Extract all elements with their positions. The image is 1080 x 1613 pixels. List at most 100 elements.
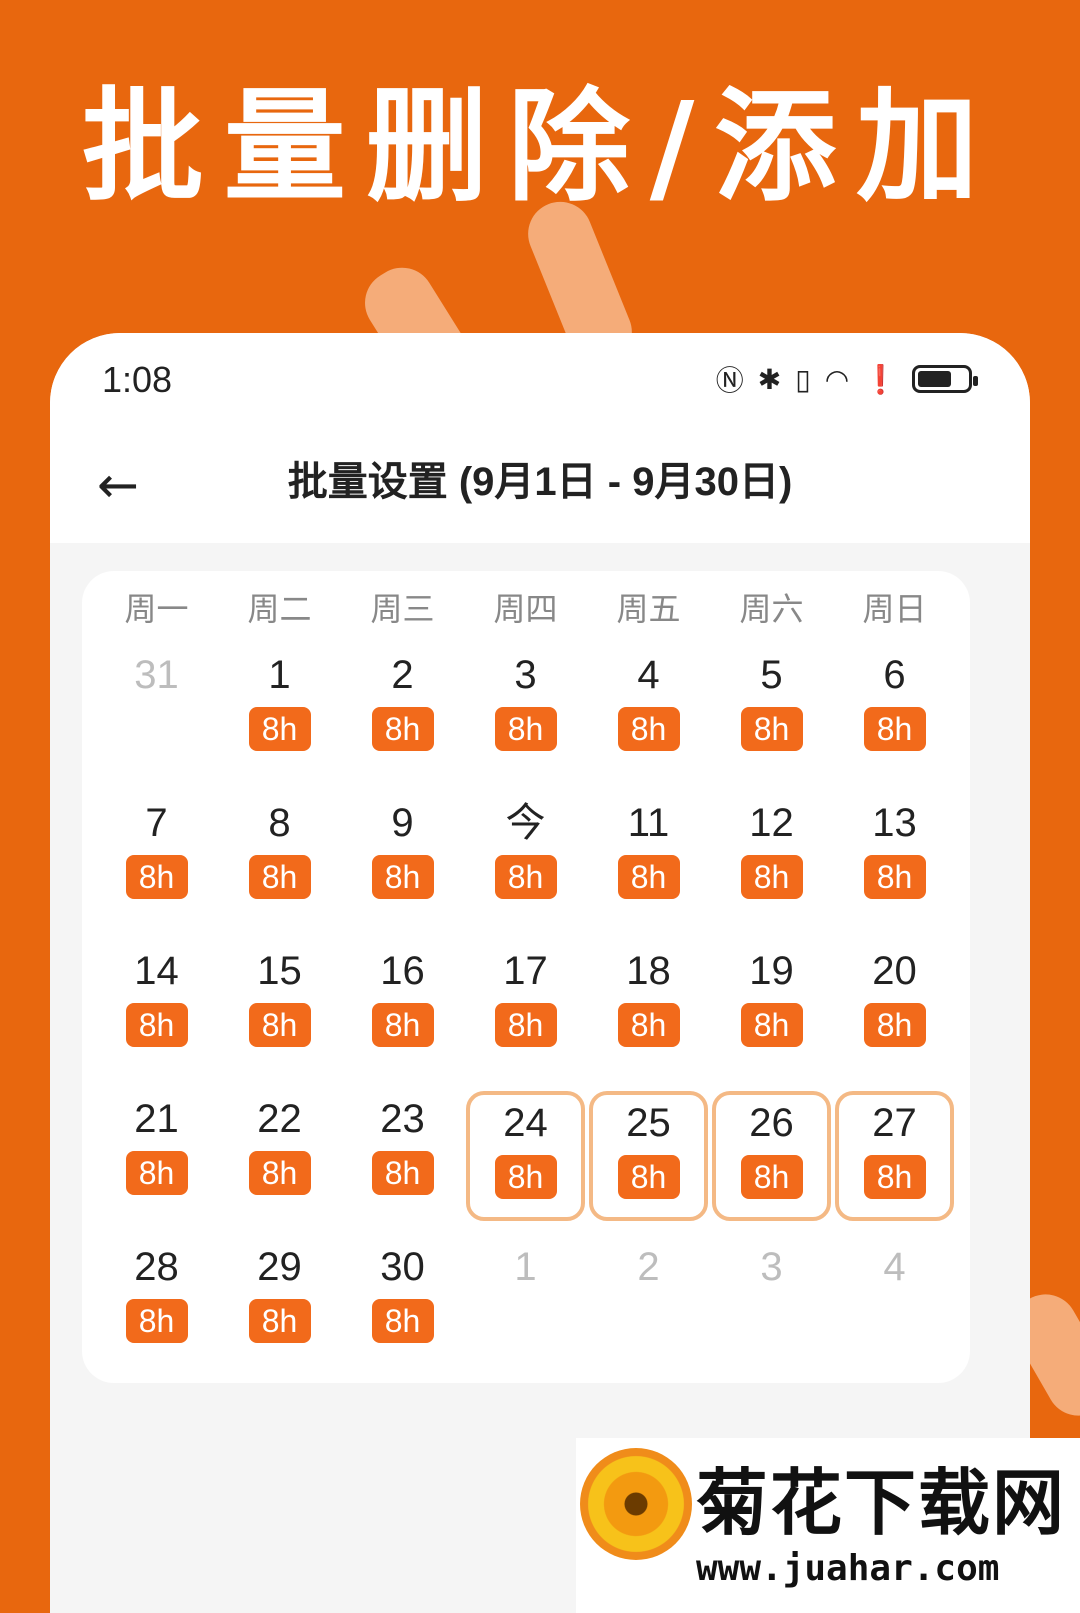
hours-badge: 8h bbox=[617, 707, 680, 751]
day-cell[interactable]: 2 bbox=[587, 1235, 710, 1383]
day-cell[interactable]: 23 8h bbox=[341, 1087, 464, 1235]
watermark-title: 菊花下载网 bbox=[696, 1461, 1067, 1545]
day-number: 21 bbox=[134, 1097, 179, 1141]
day-cell-selected[interactable]: 26 8h bbox=[712, 1091, 831, 1221]
day-cell[interactable]: 15 8h bbox=[218, 939, 341, 1087]
calendar-grid: 31 1 8h 2 8h 3 8h 4 8h 5 8h 6 8h 7 8h 8 8h 9 8h 今 8h 11 8h 12 8h… bbox=[95, 643, 957, 1383]
status-time: 1:08 bbox=[102, 359, 173, 400]
app-header: 1:08 Ⓝ ✱ ▯ ◠ ❗ ← 批量设置 (9月1日 - 9月30日) bbox=[50, 333, 1030, 543]
day-cell[interactable]: 13 8h bbox=[833, 791, 956, 939]
bluetooth-icon: ✱ bbox=[757, 362, 782, 396]
hours-badge: 8h bbox=[863, 855, 926, 899]
day-number: 14 bbox=[134, 949, 179, 993]
hours-badge: 8h bbox=[371, 1151, 434, 1195]
hours-badge: 8h bbox=[248, 855, 311, 899]
day-number: 6 bbox=[883, 653, 906, 697]
day-number: 16 bbox=[380, 949, 425, 993]
day-cell[interactable]: 8 8h bbox=[218, 791, 341, 939]
hours-badge: 8h bbox=[494, 1155, 557, 1199]
hours-badge: 8h bbox=[248, 1299, 311, 1343]
day-number: 27 bbox=[872, 1101, 917, 1145]
weekday-label: 周六 bbox=[739, 590, 804, 628]
day-cell[interactable]: 3 bbox=[710, 1235, 833, 1383]
day-number: 今 bbox=[505, 801, 546, 845]
hours-badge: 8h bbox=[863, 1155, 926, 1199]
day-number: 5 bbox=[760, 653, 783, 697]
day-cell-selected[interactable]: 27 8h bbox=[835, 1091, 954, 1221]
day-number: 17 bbox=[503, 949, 548, 993]
nfc-icon: Ⓝ bbox=[715, 364, 744, 397]
day-cell[interactable]: 5 8h bbox=[710, 643, 833, 791]
hours-badge: 8h bbox=[740, 855, 803, 899]
day-number: 11 bbox=[627, 801, 670, 845]
weekday-label: 周三 bbox=[370, 590, 435, 628]
day-cell[interactable]: 29 8h bbox=[218, 1235, 341, 1383]
day-cell-selected[interactable]: 25 8h bbox=[589, 1091, 708, 1221]
day-number: 30 bbox=[380, 1245, 425, 1289]
hours-badge: 8h bbox=[125, 1299, 188, 1343]
day-number: 18 bbox=[626, 949, 671, 993]
day-cell[interactable]: 17 8h bbox=[464, 939, 587, 1087]
hours-badge: 8h bbox=[248, 1003, 311, 1047]
day-number: 15 bbox=[257, 949, 302, 993]
day-cell[interactable]: 11 8h bbox=[587, 791, 710, 939]
hours-badge: 8h bbox=[248, 707, 311, 751]
vibrate-icon: ▯ bbox=[795, 362, 811, 396]
day-cell[interactable]: 今 8h bbox=[464, 791, 587, 939]
day-number: 26 bbox=[749, 1101, 794, 1145]
day-number: 4 bbox=[637, 653, 660, 697]
weekday-label: 周四 bbox=[493, 590, 558, 628]
page-title: 批量设置 (9月1日 - 9月30日) bbox=[287, 460, 793, 504]
status-icons: Ⓝ ✱ ▯ ◠ ❗ bbox=[715, 359, 978, 399]
day-cell[interactable]: 3 8h bbox=[464, 643, 587, 791]
day-cell[interactable]: 30 8h bbox=[341, 1235, 464, 1383]
hours-badge: 8h bbox=[371, 1299, 434, 1343]
day-cell[interactable]: 9 8h bbox=[341, 791, 464, 939]
weekday-label: 周五 bbox=[616, 590, 681, 628]
alert-icon: ❗ bbox=[863, 362, 898, 396]
day-number: 7 bbox=[145, 801, 168, 845]
calendar-card: 周一 周二 周三 周四 周五 周六 周日 31 1 8h 2 8h 3 8h 4 8h 5 8h 6 8h 7 8h 8 8… bbox=[82, 571, 970, 1383]
day-cell[interactable]: 6 8h bbox=[833, 643, 956, 791]
day-cell[interactable]: 1 8h bbox=[218, 643, 341, 791]
day-cell[interactable]: 2 8h bbox=[341, 643, 464, 791]
banner-title: 批量删除/添加 bbox=[81, 76, 999, 218]
day-cell[interactable]: 20 8h bbox=[833, 939, 956, 1087]
day-cell-selected[interactable]: 24 8h bbox=[466, 1091, 585, 1221]
hours-badge: 8h bbox=[617, 1155, 680, 1199]
hours-badge: 8h bbox=[740, 1003, 803, 1047]
wifi-icon: ◠ bbox=[824, 362, 850, 396]
day-cell[interactable]: 1 bbox=[464, 1235, 587, 1383]
day-cell[interactable]: 22 8h bbox=[218, 1087, 341, 1235]
day-number: 29 bbox=[257, 1245, 302, 1289]
hours-badge: 8h bbox=[371, 707, 434, 751]
day-number: 9 bbox=[391, 801, 414, 845]
hours-badge: 8h bbox=[494, 707, 557, 751]
day-cell[interactable]: 14 8h bbox=[95, 939, 218, 1087]
day-number: 12 bbox=[749, 801, 794, 845]
day-cell[interactable]: 21 8h bbox=[95, 1087, 218, 1235]
day-number: 28 bbox=[134, 1245, 179, 1289]
hours-badge: 8h bbox=[125, 1151, 188, 1195]
hours-badge: 8h bbox=[617, 855, 680, 899]
day-cell[interactable]: 31 bbox=[95, 643, 218, 791]
day-cell[interactable]: 7 8h bbox=[95, 791, 218, 939]
day-number: 13 bbox=[872, 801, 917, 845]
day-cell[interactable]: 18 8h bbox=[587, 939, 710, 1087]
hours-badge: 8h bbox=[494, 855, 557, 899]
hours-badge: 8h bbox=[863, 1003, 926, 1047]
hours-badge: 8h bbox=[371, 855, 434, 899]
watermark-url: www.juahar.com bbox=[696, 1548, 1000, 1589]
day-cell[interactable]: 28 8h bbox=[95, 1235, 218, 1383]
day-cell[interactable]: 12 8h bbox=[710, 791, 833, 939]
day-number: 4 bbox=[883, 1245, 906, 1289]
day-cell[interactable]: 16 8h bbox=[341, 939, 464, 1087]
watermark: 菊花下载网 www.juahar.com bbox=[576, 1438, 1080, 1613]
day-cell[interactable]: 4 8h bbox=[587, 643, 710, 791]
hours-badge: 8h bbox=[494, 1003, 557, 1047]
hours-badge: 8h bbox=[248, 1151, 311, 1195]
day-cell[interactable]: 19 8h bbox=[710, 939, 833, 1087]
day-number: 2 bbox=[637, 1245, 660, 1289]
day-cell[interactable]: 4 bbox=[833, 1235, 956, 1383]
day-number: 1 bbox=[268, 653, 291, 697]
